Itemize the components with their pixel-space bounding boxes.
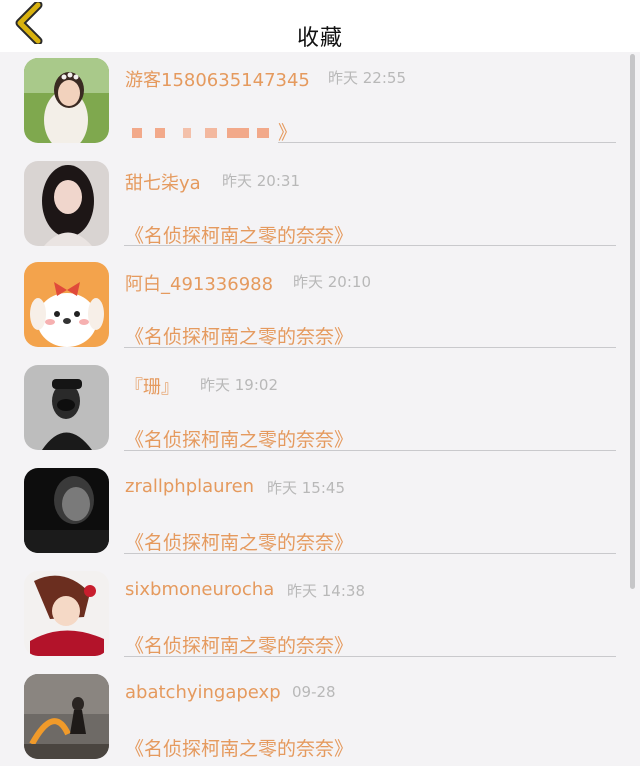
comment-text[interactable]: 《名侦探柯南之零的奈奈》: [125, 631, 353, 658]
username[interactable]: 游客1580635147345: [125, 66, 310, 92]
divider: [124, 656, 616, 657]
username[interactable]: abatchyingapexp: [125, 682, 281, 703]
username[interactable]: 甜七柒ya: [125, 169, 201, 195]
page-title: 收藏: [296, 26, 343, 51]
comment-text[interactable]: 《名侦探柯南之零的奈奈》: [125, 528, 353, 555]
timestamp: 昨天 15:45: [267, 479, 345, 497]
timestamp: 09-28: [292, 683, 336, 701]
favorites-list[interactable]: 游客1580635147345 昨天 22:55 》 甜七柒ya 昨天 20:3…: [0, 52, 640, 766]
timestamp: 昨天 14:38: [287, 582, 365, 600]
comment-text[interactable]: 《名侦探柯南之零的奈奈》: [125, 425, 353, 452]
favorites-screen: 收藏 游客1580635147345 昨天 22:55 》 甜七柒ya 昨天 2…: [0, 0, 640, 766]
timestamp: 昨天 20:31: [222, 172, 300, 190]
comment-text[interactable]: 》: [278, 118, 297, 145]
username[interactable]: 『珊』: [125, 373, 179, 399]
comment-text[interactable]: 《名侦探柯南之零的奈奈》: [125, 322, 353, 349]
comment-text[interactable]: 《名侦探柯南之零的奈奈》: [125, 221, 353, 248]
avatar[interactable]: [24, 365, 109, 450]
list-item[interactable]: abatchyingapexp 09-28 《名侦探柯南之零的奈奈》: [0, 670, 640, 766]
list-item[interactable]: 游客1580635147345 昨天 22:55 》: [0, 52, 640, 155]
avatar[interactable]: [24, 58, 109, 143]
timestamp: 昨天 20:10: [293, 273, 371, 291]
comment-text[interactable]: 《名侦探柯南之零的奈奈》: [125, 734, 353, 761]
username[interactable]: sixbmoneurocha: [125, 579, 274, 600]
divider: [124, 245, 616, 246]
list-item[interactable]: 甜七柒ya 昨天 20:31 《名侦探柯南之零的奈奈》: [0, 155, 640, 258]
avatar[interactable]: [24, 674, 109, 759]
list-item[interactable]: zrallphplauren 昨天 15:45 《名侦探柯南之零的奈奈》: [0, 464, 640, 567]
divider: [124, 553, 616, 554]
timestamp: 昨天 22:55: [328, 69, 406, 87]
username[interactable]: 阿白_491336988: [125, 270, 273, 296]
avatar[interactable]: [24, 262, 109, 347]
avatar[interactable]: [24, 468, 109, 553]
divider: [124, 450, 616, 451]
divider: [278, 142, 616, 143]
avatar[interactable]: [24, 161, 109, 246]
avatar[interactable]: [24, 571, 109, 656]
scrollbar[interactable]: [630, 54, 635, 589]
divider: [124, 347, 616, 348]
list-item[interactable]: 阿白_491336988 昨天 20:10 《名侦探柯南之零的奈奈》: [0, 258, 640, 361]
timestamp: 昨天 19:02: [200, 376, 278, 394]
nav-header: 收藏: [0, 0, 640, 52]
list-item[interactable]: sixbmoneurocha 昨天 14:38 《名侦探柯南之零的奈奈》: [0, 567, 640, 670]
list-item[interactable]: 『珊』 昨天 19:02 《名侦探柯南之零的奈奈》: [0, 361, 640, 464]
username[interactable]: zrallphplauren: [125, 476, 254, 497]
